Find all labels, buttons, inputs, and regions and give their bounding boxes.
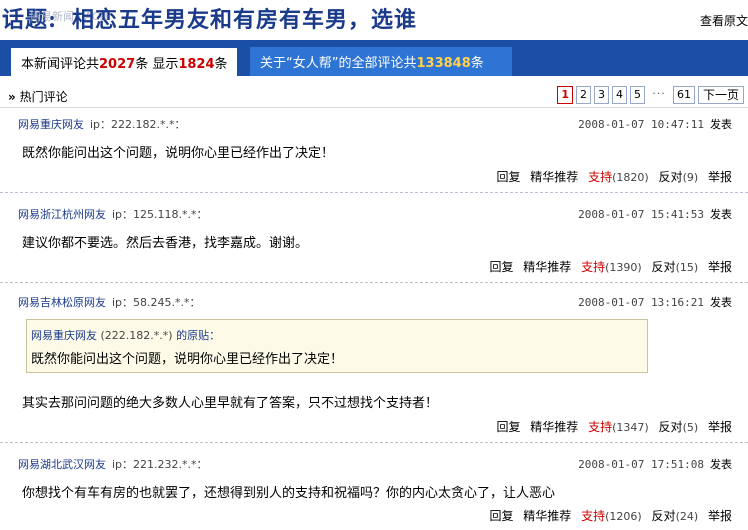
comment-body: 其实去那问问题的绝大多数人心里早就有了答案，只不过想找个支持者！: [22, 396, 439, 411]
report-link[interactable]: 举报: [708, 420, 732, 434]
comment-author: 网易吉林松原网友 ip：58.245.*.*：: [18, 294, 201, 310]
comment-actions: 回复 精华推荐 支持(1390) 反对(15) 举报: [489, 258, 732, 275]
recommend-link[interactable]: 精华推荐: [523, 509, 571, 523]
reply-link[interactable]: 回复: [489, 509, 513, 523]
comment-time: 2008-01-07 15:41:53 发表: [578, 208, 732, 221]
recommend-link[interactable]: 精华推荐: [530, 420, 578, 434]
page-2[interactable]: 2: [575, 86, 591, 104]
recommend-link[interactable]: 精华推荐: [530, 170, 578, 184]
oppose-link[interactable]: 反对: [659, 170, 683, 184]
double-chevron-right-icon: »: [8, 90, 16, 104]
support-count: (1347): [612, 421, 649, 434]
page-5[interactable]: 5: [629, 86, 645, 104]
comment-divider: [0, 282, 748, 283]
oppose-link[interactable]: 反对: [659, 420, 683, 434]
oppose-count: (15): [675, 261, 699, 274]
support-link[interactable]: 支持: [581, 260, 605, 274]
hot-comments-title: » 热门评论: [8, 90, 68, 104]
support-count: (1820): [612, 171, 649, 184]
oppose-count: (24): [675, 510, 699, 523]
comment-ip: ip：125.118.*.*：: [112, 208, 208, 221]
comment-time: 2008-01-07 17:51:08 发表: [578, 458, 732, 471]
page-4[interactable]: 4: [611, 86, 627, 104]
comment-author: 网易浙江杭州网友 ip：125.118.*.*：: [18, 206, 208, 222]
comment-actions: 回复 精华推荐 支持(1347) 反对(5) 举报: [496, 418, 732, 435]
report-link[interactable]: 举报: [708, 260, 732, 274]
all-comment-count: 133848: [416, 56, 471, 71]
comment-body: 你想找个有车有房的也就罢了，还想得到别人的支持和祝福吗？你的内心太贪心了，让人恶…: [22, 486, 556, 501]
comment-divider: [0, 192, 748, 193]
view-original-link[interactable]: 查看原文: [700, 12, 748, 29]
quote-user-link[interactable]: 网易重庆网友: [31, 329, 97, 342]
comment-ip: ip：221.232.*.*：: [112, 458, 208, 471]
oppose-link[interactable]: 反对: [652, 260, 676, 274]
tab-bar: 本新闻评论共2027条 显示1824条 关于“女人帮”的全部评论共133848条: [0, 40, 748, 76]
support-count: (1206): [605, 510, 642, 523]
page-ellipsis: ···: [647, 86, 670, 104]
page-title: 相恋五年男友和有房有车男，选谁: [72, 7, 418, 33]
comment-divider: [0, 442, 748, 443]
comment-ip: ip：58.245.*.*：: [112, 296, 201, 309]
page-header: 话题: 网易新闻 · ACN 相恋五年男友和有房有车男，选谁 查看原文: [0, 0, 748, 40]
quote-body: 既然你能问出这个问题，说明你心里已经作出了决定！: [31, 352, 344, 367]
comment-user-link[interactable]: 网易浙江杭州网友: [18, 208, 106, 221]
comment-author: 网易湖北武汉网友 ip：221.232.*.*：: [18, 456, 208, 472]
tab-news-comments[interactable]: 本新闻评论共2027条 显示1824条: [10, 47, 238, 76]
oppose-count: (9): [682, 171, 699, 184]
comment-actions: 回复 精华推荐 支持(1206) 反对(24) 举报: [489, 507, 732, 524]
reply-link[interactable]: 回复: [489, 260, 513, 274]
next-page-button[interactable]: 下一页: [697, 86, 744, 104]
comment-user-link[interactable]: 网易湖北武汉网友: [18, 458, 106, 471]
comment-user-link[interactable]: 网易重庆网友: [18, 118, 84, 131]
comment-body: 既然你能问出这个问题，说明你心里已经作出了决定！: [22, 146, 335, 161]
reply-link[interactable]: 回复: [496, 170, 520, 184]
quoted-post: 网易重庆网友 (222.182.*.*) 的原贴： 既然你能问出这个问题，说明你…: [26, 319, 648, 373]
oppose-link[interactable]: 反对: [652, 509, 676, 523]
comment-time: 2008-01-07 13:16:21 发表: [578, 296, 732, 309]
pagination: 1 2 3 4 5 ··· 61 下一页: [557, 86, 744, 104]
comment-count: 2027: [99, 57, 136, 72]
comment-time: 2008-01-07 10:47:11 发表: [578, 118, 732, 131]
comment-user-link[interactable]: 网易吉林松原网友: [18, 296, 106, 309]
recommend-link[interactable]: 精华推荐: [523, 260, 571, 274]
report-link[interactable]: 举报: [708, 170, 732, 184]
support-link[interactable]: 支持: [581, 509, 605, 523]
page-1[interactable]: 1: [557, 86, 573, 104]
report-link[interactable]: 举报: [708, 509, 732, 523]
comment-actions: 回复 精华推荐 支持(1820) 反对(9) 举报: [496, 168, 732, 185]
tab-all-comments[interactable]: 关于“女人帮”的全部评论共133848条: [250, 47, 512, 76]
support-link[interactable]: 支持: [588, 420, 612, 434]
reply-link[interactable]: 回复: [496, 420, 520, 434]
oppose-count: (5): [682, 421, 699, 434]
comment-author: 网易重庆网友 ip：222.182.*.*：: [18, 116, 186, 132]
quote-header: 网易重庆网友 (222.182.*.*) 的原贴：: [31, 329, 221, 342]
shown-count: 1824: [178, 57, 215, 72]
hot-comments-bar: » 热门评论 1 2 3 4 5 ··· 61 下一页: [0, 84, 748, 108]
support-count: (1390): [605, 261, 642, 274]
quote-ip: (222.182.*.*): [100, 329, 173, 342]
page-last[interactable]: 61: [672, 86, 695, 104]
page-3[interactable]: 3: [593, 86, 609, 104]
support-link[interactable]: 支持: [588, 170, 612, 184]
comment-body: 建议你都不要选。然后去香港，找李嘉成。谢谢。: [22, 236, 309, 251]
comment-ip: ip：222.182.*.*：: [90, 118, 186, 131]
